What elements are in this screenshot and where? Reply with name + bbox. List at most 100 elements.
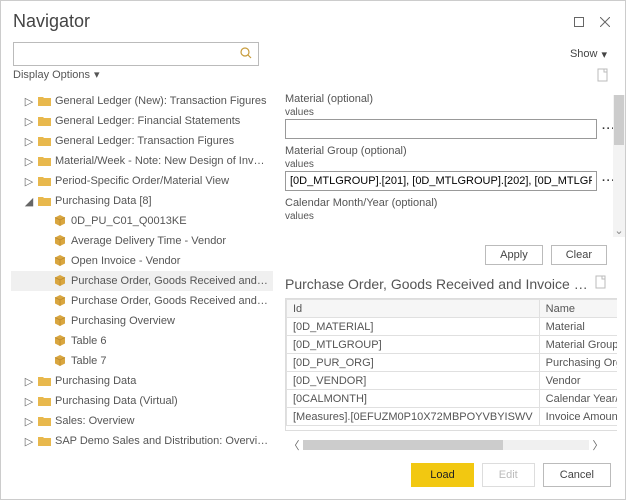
folder-icon (37, 374, 51, 388)
cube-icon (53, 294, 67, 308)
tree-node[interactable]: Purchase Order, Goods Received and Invoi… (11, 291, 273, 311)
expand-icon[interactable]: ◢ (23, 195, 35, 208)
show-label: Show (570, 48, 598, 60)
folder-icon (37, 174, 51, 188)
tree-node-label: Purchase Order, Goods Received and Invoi… (71, 295, 269, 307)
param-materialgroup-input[interactable] (285, 171, 597, 191)
param-materialgroup-sub: values (285, 159, 617, 170)
table-cell: Material Group (539, 336, 617, 354)
tree-node-label: 0D_PU_C01_Q0013KE (71, 215, 269, 227)
scrollbar-thumb[interactable] (614, 95, 624, 145)
window-close-button[interactable] (597, 14, 613, 30)
tree-node[interactable]: ▷ General Ledger: Transaction Figures (11, 131, 273, 151)
tree-node[interactable]: Purchase Order, Goods Received and Invoi… (11, 271, 273, 291)
display-options-dropdown[interactable]: Display Options ▾ (13, 68, 100, 81)
tree-node-label: Table 6 (71, 335, 269, 347)
navigator-tree[interactable]: ▷General Ledger (New): Transaction Figur… (1, 89, 273, 453)
apply-button[interactable]: Apply (485, 245, 543, 265)
tree-node-label: Purchasing Data [8] (55, 195, 269, 207)
table-cell: Invoice Amount (539, 408, 617, 426)
preview-refresh-icon[interactable] (595, 275, 607, 292)
cube-icon (53, 314, 67, 328)
edit-button[interactable]: Edit (482, 463, 535, 487)
scroll-down-icon[interactable]: ⌄ (613, 223, 625, 237)
tree-node[interactable]: ▷ Purchasing Data (Virtual) (11, 391, 273, 411)
column-header[interactable]: Name (539, 300, 617, 318)
expand-icon[interactable]: ▷ (23, 395, 35, 408)
preview-title: Purchase Order, Goods Received and Invoi… (285, 276, 589, 292)
param-calendar-title: Calendar Month/Year (optional) (285, 197, 617, 209)
table-row[interactable]: [0D_PUR_ORG]Purchasing Organization (287, 354, 618, 372)
tree-node[interactable]: ▷ General Ledger: Financial Statements (11, 111, 273, 131)
tree-node-label: General Ledger: Transaction Figures (55, 135, 269, 147)
preview-hscroll[interactable]: 〈 〉 (285, 437, 607, 453)
display-options-label: Display Options (13, 69, 90, 81)
tree-node-label: Purchasing Data (Virtual) (55, 395, 269, 407)
table-row[interactable]: [Measures].[0EFUZM0P10X72MBPOYVBYISWVInv… (287, 408, 618, 426)
expand-icon[interactable]: ▷ (23, 155, 35, 168)
load-button[interactable]: Load (411, 463, 473, 487)
folder-icon (37, 414, 51, 428)
new-query-icon[interactable] (597, 68, 613, 85)
cancel-button[interactable]: Cancel (543, 463, 611, 487)
scroll-right-icon[interactable]: 〉 (589, 437, 607, 453)
search-box[interactable] (13, 42, 259, 66)
expand-icon[interactable]: ▷ (23, 175, 35, 188)
tree-node-label: Average Delivery Time - Vendor (71, 235, 269, 247)
expand-icon[interactable]: ▷ (23, 95, 35, 108)
folder-icon (37, 114, 51, 128)
search-icon (240, 47, 252, 62)
table-cell: [0CALMONTH] (287, 390, 540, 408)
scroll-left-icon[interactable]: 〈 (285, 437, 303, 453)
cube-icon (53, 274, 67, 288)
tree-node[interactable]: Open Invoice - Vendor (11, 251, 273, 271)
param-materialgroup-title: Material Group (optional) (285, 145, 617, 157)
expand-icon[interactable]: ▷ (23, 135, 35, 148)
table-row[interactable]: [0D_VENDOR]Vendor (287, 372, 618, 390)
tree-node[interactable]: Average Delivery Time - Vendor (11, 231, 273, 251)
table-row[interactable]: [0D_MATERIAL]Material (287, 318, 618, 336)
cube-icon (53, 354, 67, 368)
params-scrollbar[interactable]: ⌄ (613, 95, 625, 237)
tree-node[interactable]: ▷ Material/Week - Note: New Design of Inv… (11, 151, 273, 171)
cube-icon (53, 214, 67, 228)
param-material-input[interactable] (285, 119, 597, 139)
tree-node-label: Material/Week - Note: New Design of Inve… (55, 155, 269, 167)
table-row[interactable]: [0D_MTLGROUP]Material Group (287, 336, 618, 354)
expand-icon[interactable]: ▷ (23, 115, 35, 128)
scrollbar-thumb[interactable] (303, 440, 503, 450)
window-restore-button[interactable] (571, 14, 587, 30)
cube-icon (53, 334, 67, 348)
tree-node-label: General Ledger: Financial Statements (55, 115, 269, 127)
expand-icon[interactable]: ▷ (23, 375, 35, 388)
expand-icon[interactable]: ▷ (23, 435, 35, 448)
folder-icon (37, 394, 51, 408)
table-row[interactable]: [0CALMONTH]Calendar Year/Month (287, 390, 618, 408)
tree-node[interactable]: ▷Purchasing Data (11, 371, 273, 391)
param-calendar-sub: values (285, 211, 617, 222)
cube-icon (53, 234, 67, 248)
tree-node-label: Sales: Overview (55, 415, 269, 427)
tree-node[interactable]: ▷SAP Demo Sales and Distribution: Overvi… (11, 431, 273, 451)
tree-node-label: Open Invoice - Vendor (71, 255, 269, 267)
tree-node[interactable]: 0D_PU_C01_Q0013KE (11, 211, 273, 231)
tree-node[interactable]: ▷ Sales: Overview (11, 411, 273, 431)
column-header[interactable]: Id (287, 300, 540, 318)
search-input[interactable] (20, 48, 240, 60)
tree-node[interactable]: ▷Period-Specific Order/Material View (11, 171, 273, 191)
expand-icon[interactable]: ▷ (23, 415, 35, 428)
tree-node[interactable]: Purchasing Overview (11, 311, 273, 331)
tree-node[interactable]: ▷General Ledger (New): Transaction Figur… (11, 91, 273, 111)
clear-button[interactable]: Clear (551, 245, 607, 265)
chevron-down-icon: ▾ (94, 68, 100, 81)
table-cell: Purchasing Organization (539, 354, 617, 372)
show-dropdown[interactable]: Show ▾ (570, 48, 613, 61)
tree-node[interactable]: Table 6 (11, 331, 273, 351)
tree-node-label: Purchasing Overview (71, 315, 269, 327)
window-title: Navigator (13, 11, 561, 32)
folder-icon (37, 194, 51, 208)
tree-node[interactable]: Table 7 (11, 351, 273, 371)
tree-node[interactable]: ◢ Purchasing Data [8] (11, 191, 273, 211)
table-cell: Calendar Year/Month (539, 390, 617, 408)
param-material-title: Material (optional) (285, 93, 617, 105)
